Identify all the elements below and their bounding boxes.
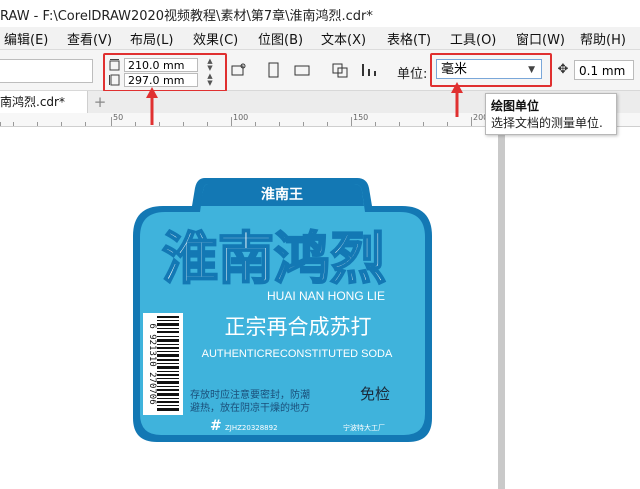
label-footer-code: ZJHZ20328892 [225, 424, 278, 432]
label-hash-mark: # [210, 418, 222, 434]
label-brand-pinyin: HUAI NAN HONG LIE [267, 289, 385, 303]
tooltip-description: 选择文档的测量单位. [491, 116, 603, 130]
label-product-cn: 正宗再合成苏打 [225, 315, 372, 339]
label-brand-small: 淮南王 [261, 186, 303, 203]
unit-tooltip: 绘图单位 选择文档的测量单位. [485, 93, 617, 135]
tooltip-title: 绘图单位 [491, 99, 540, 113]
label-product-en: AUTHENTICRECONSTITUTED SODA [202, 348, 393, 360]
barcode-number: 6 921310 270706 [147, 323, 157, 404]
label-footer-brand: 宁波特大工厂 [343, 423, 385, 432]
label-artwork[interactable]: 淮南王 淮南鸿烈 HUAI NAN HONG LIE 正宗再合成苏打 AUTHE… [0, 0, 640, 489]
label-brand-main: 淮南鸿烈 [162, 227, 386, 292]
label-inspection-free: 免检 [360, 385, 390, 403]
annotation-arrow-dimensions [146, 87, 158, 125]
annotation-arrow-units [451, 82, 463, 117]
label-storage-note-1: 存放时应注意要密封，防潮 [190, 388, 310, 401]
label-storage-note-2: 避热，放在阴凉干燥的地方 [190, 401, 310, 414]
